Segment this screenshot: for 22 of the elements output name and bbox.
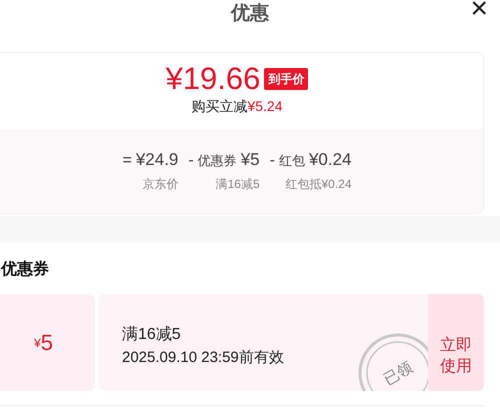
term-caption: 满16减5 [216, 176, 260, 193]
operator-sign: - [270, 151, 275, 171]
term-amount: ¥24.9 [136, 149, 178, 171]
coupon-value: ¥5 [0, 294, 95, 391]
section-heading: 优惠券 [1, 260, 50, 280]
close-button[interactable]: × [470, 0, 488, 24]
use-now-button[interactable]: 立即使用 [428, 294, 484, 391]
term-amount: ¥5 [240, 149, 260, 171]
term-label: 红包 [278, 152, 305, 170]
coupon-title: 满16减5 [122, 324, 182, 345]
saving-text: 购买立减¥5.24 [191, 96, 283, 116]
term-caption: 京东价 [142, 176, 178, 193]
term-caption: 红包抵¥0.24 [285, 176, 352, 193]
term-label: 优惠券 [198, 152, 237, 170]
operator-sign: - [188, 151, 194, 171]
final-price: ¥19.66 [166, 63, 260, 96]
term-amount: ¥0.24 [308, 149, 352, 171]
claimed-stamp: 已领 [356, 331, 428, 391]
dialog-title: 优惠 [231, 2, 269, 26]
operator-sign: = [122, 151, 132, 171]
price-tag: 到手价 [264, 68, 308, 90]
coupon-validity: 2025.09.10 23:59前有效 [122, 348, 284, 368]
